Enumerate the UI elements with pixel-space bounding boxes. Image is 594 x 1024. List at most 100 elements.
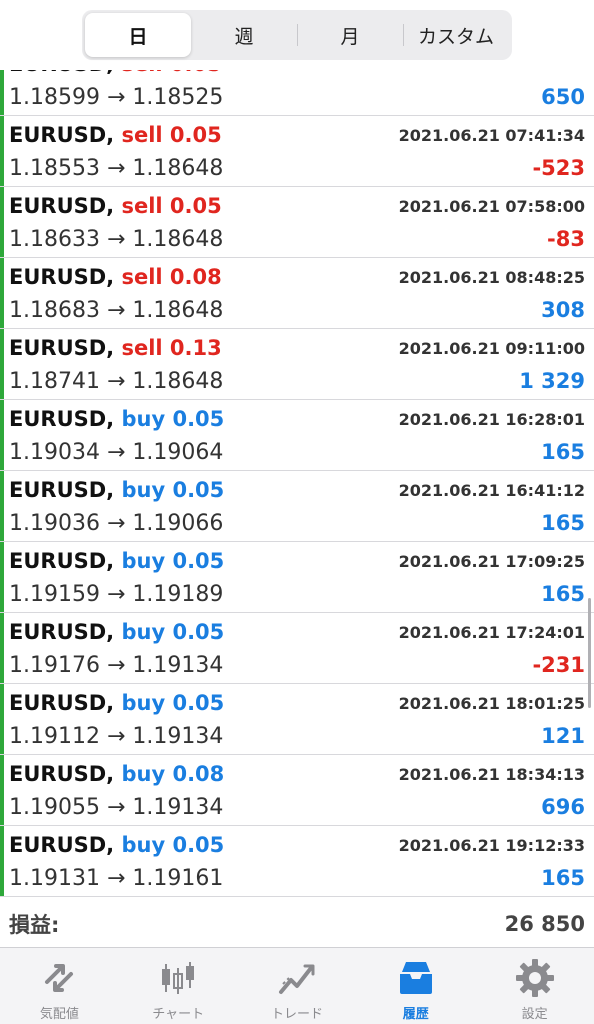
trade-row[interactable]: EURUSD, sell 0.08 2021.06.21 08:48:25 1.… — [0, 258, 594, 329]
trade-symbol-line: EURUSD, sell 0.08 — [9, 265, 222, 289]
trade-time: 2021.06.21 07:58:00 — [398, 196, 585, 216]
trade-row[interactable]: EURUSD, sell 0.05 2021.06.21 07:41:34 1.… — [0, 116, 594, 187]
tab-history[interactable]: 履歴 — [356, 948, 475, 1024]
trade-symbol: EURUSD, — [9, 194, 115, 218]
trade-prices: 1.19055 → 1.19134 — [9, 794, 224, 820]
tab-chart[interactable]: チャート — [119, 948, 238, 1024]
trade-symbol-line: EURUSD, buy 0.05 — [9, 407, 224, 431]
trade-symbol: EURUSD, — [9, 549, 115, 573]
trade-profit: -231 — [532, 653, 585, 677]
trade-side: buy 0.05 — [121, 407, 225, 431]
trade-row[interactable]: EURUSD, buy 0.05 2021.06.21 17:09:25 1.1… — [0, 542, 594, 613]
history-inbox-icon — [394, 956, 438, 1000]
trade-prices: 1.19159 → 1.19189 — [9, 581, 224, 607]
trade-profit: 121 — [541, 724, 585, 748]
trade-history-list[interactable]: EURUSD, sell 0.05 2021.06.21 07:17:07 1.… — [0, 45, 594, 900]
trade-time: 2021.06.21 18:01:25 — [398, 693, 585, 713]
tab-chart-label: チャート — [152, 1007, 205, 1022]
trade-symbol-line: EURUSD, sell 0.13 — [9, 336, 222, 360]
trade-time: 2021.06.21 16:28:01 — [398, 409, 585, 429]
trade-side: buy 0.05 — [121, 620, 225, 644]
trade-row[interactable]: EURUSD, buy 0.05 2021.06.21 18:01:25 1.1… — [0, 684, 594, 755]
trade-time: 2021.06.21 18:34:13 — [398, 764, 585, 784]
trade-symbol: EURUSD, — [9, 123, 115, 147]
trade-prices: 1.19176 → 1.19134 — [9, 652, 224, 678]
trade-prices: 1.18683 → 1.18648 — [9, 297, 224, 323]
trade-profit: -83 — [547, 227, 585, 251]
trade-time: 2021.06.21 08:48:25 — [398, 267, 585, 287]
tab-trade-label: トレード — [270, 1007, 323, 1022]
segment-custom[interactable]: カスタム — [403, 13, 509, 57]
trade-symbol: EURUSD, — [9, 762, 115, 786]
tab-quotes[interactable]: 気配値 — [0, 948, 119, 1024]
trade-side: sell 0.05 — [121, 194, 222, 218]
profit-summary: 損益: 26 850 — [0, 900, 594, 948]
trade-side: sell 0.13 — [121, 336, 222, 360]
segment-week[interactable]: 週 — [191, 13, 297, 57]
trade-time: 2021.06.21 16:41:12 — [398, 480, 585, 500]
trade-symbol-line: EURUSD, buy 0.05 — [9, 833, 224, 857]
tab-trade[interactable]: トレード — [238, 948, 357, 1024]
trade-symbol-line: EURUSD, buy 0.05 — [9, 620, 224, 644]
trade-symbol: EURUSD, — [9, 265, 115, 289]
trade-time: 2021.06.21 07:41:34 — [398, 125, 585, 145]
trade-prices: 1.19131 → 1.19161 — [9, 865, 224, 891]
scroll-indicator[interactable] — [588, 598, 591, 708]
trade-row[interactable]: EURUSD, buy 0.05 2021.06.21 17:24:01 1.1… — [0, 613, 594, 684]
trade-row[interactable]: EURUSD, buy 0.05 2021.06.21 19:12:33 1.1… — [0, 826, 594, 897]
trade-symbol-line: EURUSD, buy 0.08 — [9, 762, 224, 786]
trade-row[interactable]: EURUSD, sell 0.05 2021.06.21 07:58:00 1.… — [0, 187, 594, 258]
trade-symbol: EURUSD, — [9, 336, 115, 360]
trade-side: buy 0.05 — [121, 833, 225, 857]
trade-line-icon — [275, 956, 319, 1000]
trade-profit: 165 — [541, 511, 585, 535]
trade-symbol-line: EURUSD, buy 0.05 — [9, 691, 224, 715]
bottom-tab-bar: 気配値 チャート トレード 履歴 設定 — [0, 948, 594, 1024]
trade-row[interactable]: EURUSD, buy 0.05 2021.06.21 16:28:01 1.1… — [0, 400, 594, 471]
trade-side: buy 0.08 — [121, 762, 225, 786]
trade-side: sell 0.05 — [121, 123, 222, 147]
trade-symbol: EURUSD, — [9, 407, 115, 431]
trade-side: buy 0.05 — [121, 691, 225, 715]
trade-prices: 1.19036 → 1.19066 — [9, 510, 224, 536]
trade-prices: 1.19112 → 1.19134 — [9, 723, 224, 749]
trade-profit: 650 — [541, 85, 585, 109]
tab-quotes-label: 気配値 — [39, 1007, 79, 1022]
trade-row[interactable]: EURUSD, sell 0.13 2021.06.21 09:11:00 1.… — [0, 329, 594, 400]
trade-profit: 165 — [541, 440, 585, 464]
trade-row[interactable]: EURUSD, buy 0.05 2021.06.21 16:41:12 1.1… — [0, 471, 594, 542]
segment-day[interactable]: 日 — [85, 13, 191, 57]
trade-time: 2021.06.21 17:09:25 — [398, 551, 585, 571]
segment-month[interactable]: 月 — [297, 13, 403, 57]
trade-symbol-line: EURUSD, buy 0.05 — [9, 478, 224, 502]
trade-symbol-line: EURUSD, buy 0.05 — [9, 549, 224, 573]
period-segment-bar: 日 週 月 カスタム — [0, 0, 594, 70]
trade-profit: 165 — [541, 866, 585, 890]
trade-prices: 1.18741 → 1.18648 — [9, 368, 224, 394]
trade-profit: 308 — [541, 298, 585, 322]
trade-side: buy 0.05 — [121, 549, 225, 573]
trade-profit: 1 329 — [519, 369, 585, 393]
trade-profit: -523 — [532, 156, 585, 180]
trade-side: sell 0.08 — [121, 265, 222, 289]
trade-prices: 1.18553 → 1.18648 — [9, 155, 224, 181]
trade-prices: 1.19034 → 1.19064 — [9, 439, 224, 465]
trade-symbol: EURUSD, — [9, 691, 115, 715]
candlestick-chart-icon — [156, 956, 200, 1000]
tab-history-label: 履歴 — [402, 1007, 429, 1022]
trade-side: buy 0.05 — [121, 478, 225, 502]
trade-profit: 165 — [541, 582, 585, 606]
summary-label: 損益: — [9, 912, 60, 937]
trade-time: 2021.06.21 09:11:00 — [398, 338, 585, 358]
settings-gear-icon — [513, 956, 557, 1000]
summary-value: 26 850 — [504, 911, 585, 936]
trade-profit: 696 — [541, 795, 585, 819]
period-segmented-control: 日 週 月 カスタム — [82, 10, 512, 60]
quotes-arrows-icon — [37, 956, 81, 1000]
trade-row[interactable]: EURUSD, buy 0.08 2021.06.21 18:34:13 1.1… — [0, 755, 594, 826]
tab-settings[interactable]: 設定 — [475, 948, 594, 1024]
tab-settings-label: 設定 — [521, 1007, 548, 1022]
trade-symbol: EURUSD, — [9, 833, 115, 857]
trade-prices: 1.18633 → 1.18648 — [9, 226, 224, 252]
trade-symbol-line: EURUSD, sell 0.05 — [9, 123, 222, 147]
